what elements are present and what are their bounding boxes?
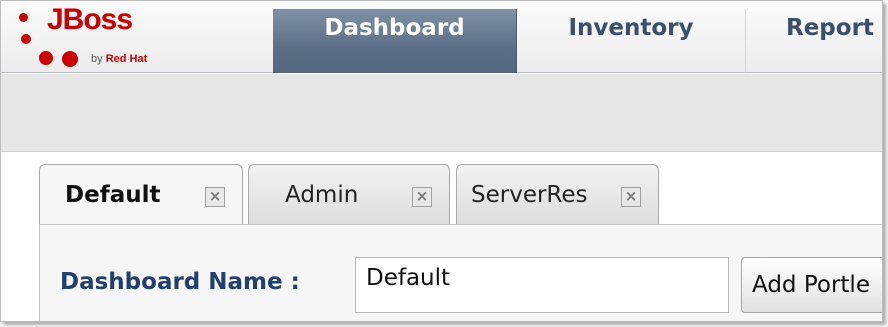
logo-dot-icon — [19, 13, 28, 22]
tab-label: Admin — [285, 182, 359, 208]
dashboard-settings-panel: Dashboard Name : Add Portle — [39, 224, 882, 321]
dashboard-tab-admin[interactable]: Admin × — [248, 164, 450, 226]
jboss-logo[interactable]: JBoss by Red Hat — [1, 1, 273, 73]
logo-dot-icon — [39, 51, 53, 65]
logo-byline-company: Red Hat — [105, 53, 148, 65]
dashboard-tab-serverres[interactable]: ServerRes × — [456, 164, 659, 226]
tab-label: Default — [65, 182, 161, 208]
logo-byline: by Red Hat — [91, 53, 147, 65]
add-portlet-button[interactable]: Add Portle — [741, 257, 882, 313]
dashboard-tab-default[interactable]: Default × — [39, 164, 243, 228]
tab-label: ServerRes — [471, 182, 588, 208]
nav-tab-reports[interactable]: Report — [746, 9, 882, 73]
dashboard-name-label: Dashboard Name : — [60, 269, 300, 295]
close-box-icon[interactable]: × — [621, 187, 641, 207]
nav-tab-dashboard[interactable]: Dashboard — [273, 9, 517, 73]
main-nav: Dashboard Inventory Report — [273, 9, 882, 73]
close-box-icon[interactable]: × — [412, 187, 432, 207]
nav-tab-inventory[interactable]: Inventory — [517, 9, 746, 73]
logo-dot-icon — [21, 34, 31, 44]
app-window: JBoss by Red Hat Dashboard Inventory Rep… — [0, 0, 883, 322]
toolbar-band — [1, 74, 882, 152]
top-bar: JBoss by Red Hat Dashboard Inventory Rep… — [1, 1, 882, 73]
logo-byline-prefix: by — [91, 53, 103, 65]
close-box-icon[interactable]: × — [205, 187, 225, 207]
logo-dot-icon — [62, 51, 78, 67]
logo-brand-text: JBoss — [47, 3, 133, 36]
dashboard-name-input[interactable] — [355, 257, 729, 313]
dashboard-tab-strip: Default × Admin × ServerRes × — [1, 152, 882, 228]
